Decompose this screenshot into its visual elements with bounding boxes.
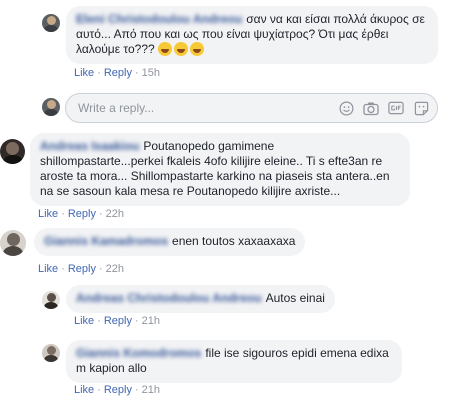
laughing-emoji-icon xyxy=(174,42,189,56)
comment-3: Giannis Kamadromos enen toutos xaxaaxaxa xyxy=(0,228,306,256)
comment-actions: Like · Reply · 15h xyxy=(74,67,161,79)
emoji-icon[interactable] xyxy=(338,100,354,116)
like-link[interactable]: Like xyxy=(74,315,94,327)
gif-icon[interactable] xyxy=(388,100,404,116)
laughing-emoji-group xyxy=(158,42,205,56)
timestamp[interactable]: 22h xyxy=(106,208,124,220)
comment-actions: Like · Reply · 21h xyxy=(74,384,161,396)
comment-bubble: Giannis Kamadromos enen toutos xaxaaxaxa xyxy=(34,228,306,256)
comment-5: Giannis Komodromos file ise sigouros epid… xyxy=(42,340,402,383)
reply-box xyxy=(65,93,438,123)
reply-tools xyxy=(338,100,429,116)
avatar[interactable] xyxy=(0,139,25,164)
avatar[interactable] xyxy=(0,230,26,256)
reply-link[interactable]: Reply xyxy=(104,67,132,79)
comment-actions: Like · Reply · 21h xyxy=(74,315,161,327)
camera-icon[interactable] xyxy=(363,100,379,116)
timestamp[interactable]: 15h xyxy=(142,67,160,79)
like-link[interactable]: Like xyxy=(38,263,58,275)
comment-text: enen toutos xaxaaxaxa xyxy=(172,234,296,248)
reply-link[interactable]: Reply xyxy=(68,208,96,220)
comment-bubble: Eleni Christodoulou Andreou σαν να και εί… xyxy=(66,6,438,64)
like-link[interactable]: Like xyxy=(74,384,94,396)
comment-bubble: Andreas Isaakiou Poutanopedo gamimene shi… xyxy=(30,133,410,206)
reply-link[interactable]: Reply xyxy=(68,263,96,275)
laughing-emoji-icon xyxy=(190,42,205,56)
like-link[interactable]: Like xyxy=(74,67,94,79)
reply-input[interactable] xyxy=(76,100,330,116)
comment-actions: Like · Reply · 22h xyxy=(38,208,125,220)
comment-author[interactable]: Andreas Christodoulou Andreou xyxy=(76,291,262,305)
timestamp[interactable]: 21h xyxy=(142,315,160,327)
comment-author[interactable]: Giannis Komodromos xyxy=(76,346,201,360)
avatar[interactable] xyxy=(42,291,60,309)
comment-bubble: Giannis Komodromos file ise sigouros epid… xyxy=(66,340,402,383)
comment-author[interactable]: Giannis Kamadromos xyxy=(44,234,168,248)
comment-actions: Like · Reply · 22h xyxy=(38,263,125,275)
comment-4: Andreas Christodoulou Andreou Autos einai xyxy=(42,285,335,313)
comment-text: Autos einai xyxy=(265,291,325,305)
laughing-emoji-icon xyxy=(158,42,173,56)
avatar[interactable] xyxy=(42,14,60,32)
timestamp[interactable]: 22h xyxy=(106,263,124,275)
sticker-icon[interactable] xyxy=(413,100,429,116)
comment-bubble: Andreas Christodoulou Andreou Autos einai xyxy=(66,285,335,313)
timestamp[interactable]: 21h xyxy=(142,384,160,396)
comment-author[interactable]: Andreas Isaakiou xyxy=(40,139,139,153)
reply-link[interactable]: Reply xyxy=(104,315,132,327)
comment-2: Andreas Isaakiou Poutanopedo gamimene shi… xyxy=(0,133,410,206)
avatar[interactable] xyxy=(42,344,60,362)
comment-author[interactable]: Eleni Christodoulou Andreou xyxy=(76,12,242,26)
reply-link[interactable]: Reply xyxy=(104,384,132,396)
comment-1: Eleni Christodoulou Andreou σαν να και εί… xyxy=(42,6,438,64)
current-user-avatar xyxy=(42,98,60,116)
like-link[interactable]: Like xyxy=(38,208,58,220)
